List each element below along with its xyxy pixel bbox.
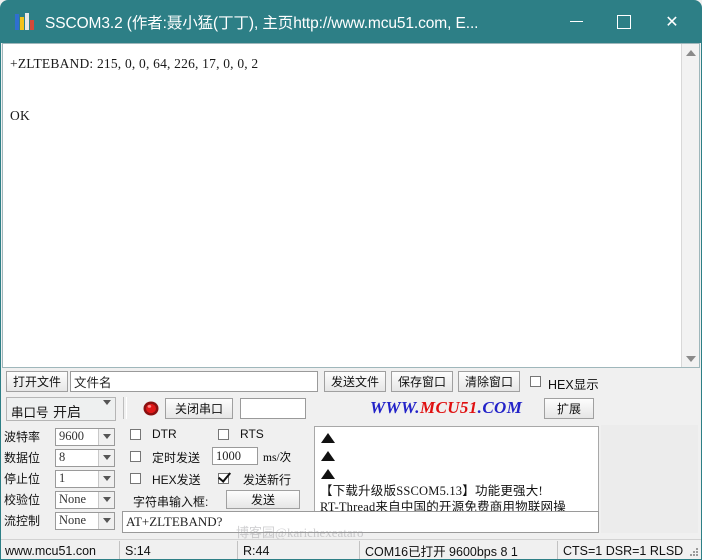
info-line-1: 【下载升级版SSCOM5.13】功能更强大! xyxy=(320,484,543,498)
status-port-state: COM16已打开 9600bps 8 1 xyxy=(360,541,558,560)
maximize-icon xyxy=(617,14,631,29)
brand-part-1: WWW. xyxy=(370,398,420,417)
settings-panel: 波特率 9600 数据位 8 停止位 1 校验位 None 流控制 None D… xyxy=(2,423,700,537)
minimize-icon xyxy=(569,21,583,22)
status-signals: CTS=1 DSR=1 RLSD xyxy=(563,543,684,558)
rts-checkbox[interactable] xyxy=(218,429,229,440)
chevron-down-icon[interactable] xyxy=(98,491,114,508)
save-window-button[interactable]: 保存窗口 xyxy=(391,371,453,392)
minimize-button[interactable] xyxy=(552,0,600,43)
dtr-checkbox[interactable] xyxy=(130,429,141,440)
databits-select[interactable]: 8 xyxy=(55,448,115,467)
parity-label: 校验位 xyxy=(4,493,41,507)
scroll-down-arrow-icon xyxy=(685,355,696,362)
info-arrow-2 xyxy=(317,447,598,465)
param-row-flowcontrol: 流控制 None xyxy=(4,511,118,530)
flowcontrol-value: None xyxy=(59,513,87,527)
hex-display-checkbox[interactable] xyxy=(530,376,541,387)
sscom-app-icon xyxy=(14,11,36,33)
timed-send-unit-label: ms/次 xyxy=(263,452,292,464)
chevron-down-icon[interactable] xyxy=(98,470,114,487)
brand-part-3: .COM xyxy=(477,398,523,417)
up-arrow-icon xyxy=(321,469,335,479)
receive-scrollbar[interactable] xyxy=(681,44,699,367)
timed-send-label: 定时发送 xyxy=(152,451,201,465)
hex-display-label: HEX显示 xyxy=(548,378,599,392)
open-file-button[interactable]: 打开文件 xyxy=(6,371,68,392)
chevron-down-icon xyxy=(103,400,111,405)
window-title: SSCOM3.2 (作者:聂小猛(丁丁), 主页http://www.mcu51… xyxy=(45,14,479,32)
databits-label: 数据位 xyxy=(4,451,41,465)
brand-part-2: MCU51 xyxy=(419,398,478,417)
toolbar-divider xyxy=(123,397,127,419)
receive-text: +ZLTEBAND: 215, 0, 0, 64, 226, 17, 0, 0,… xyxy=(10,56,259,123)
timed-send-checkbox[interactable] xyxy=(130,451,141,462)
stopbits-value: 1 xyxy=(59,471,66,485)
param-row-parity: 校验位 None xyxy=(4,490,118,509)
dtr-label: DTR xyxy=(152,427,177,441)
scroll-up-arrow-icon xyxy=(685,49,696,56)
flowcontrol-select[interactable]: None xyxy=(55,511,115,530)
up-arrow-icon xyxy=(321,451,335,461)
serial-parameters: 波特率 9600 数据位 8 停止位 1 校验位 None 流控制 None xyxy=(4,425,118,535)
port-number-value: 开启 xyxy=(53,404,81,420)
timed-send-interval-input[interactable]: 1000 xyxy=(212,447,258,465)
resize-grip-icon[interactable] xyxy=(686,546,700,560)
param-row-databits: 数据位 8 xyxy=(4,448,118,467)
baudrate-select[interactable]: 9600 xyxy=(55,427,115,446)
close-port-button[interactable]: 关闭串口 xyxy=(165,398,233,419)
databits-value: 8 xyxy=(59,450,66,464)
baudrate-value: 9600 xyxy=(59,429,84,443)
parity-select[interactable]: None xyxy=(55,490,115,509)
port-number-select[interactable]: 串口号 开启 xyxy=(6,397,116,421)
chevron-down-icon[interactable] xyxy=(98,512,114,529)
baudrate-label: 波特率 xyxy=(4,430,41,444)
stopbits-select[interactable]: 1 xyxy=(55,469,115,488)
mcu51-brand-logo: WWW.MCU51.COM xyxy=(370,398,522,418)
red-led-indicator-icon xyxy=(143,401,159,416)
param-row-stopbits: 停止位 1 xyxy=(4,469,118,488)
receive-window[interactable]: +ZLTEBAND: 215, 0, 0, 64, 226, 17, 0, 0,… xyxy=(2,43,700,368)
status-bar: www.mcu51.con S:14 R:44 COM16已打开 9600bps… xyxy=(0,539,702,560)
send-newline-checkbox[interactable] xyxy=(218,473,229,484)
send-string-input[interactable]: AT+ZLTEBAND? xyxy=(122,511,599,533)
hex-send-label: HEX发送 xyxy=(152,473,201,487)
port-number-label: 串口号 xyxy=(11,406,49,420)
info-list-box[interactable]: 【下载升级版SSCOM5.13】功能更强大! RT-Thread来自中国的开源免… xyxy=(314,426,599,512)
scroll-up-button[interactable] xyxy=(682,44,699,61)
string-input-label: 字符串输入框: xyxy=(133,495,209,509)
settings-right-filler xyxy=(601,425,698,533)
status-received-count: R:44 xyxy=(238,541,360,560)
up-arrow-icon xyxy=(321,433,335,443)
maximize-button[interactable] xyxy=(600,0,648,43)
rts-label: RTS xyxy=(240,427,264,441)
port-toolbar: 串口号 开启 关闭串口 WWW.MCU51.COM 扩展 xyxy=(2,395,700,422)
port-extra-input[interactable] xyxy=(240,398,306,419)
info-arrow-1 xyxy=(317,429,598,447)
window-titlebar[interactable]: SSCOM3.2 (作者:聂小猛(丁丁), 主页http://www.mcu51… xyxy=(0,0,702,43)
scroll-down-button[interactable] xyxy=(682,350,699,367)
clear-window-button[interactable]: 清除窗口 xyxy=(458,371,520,392)
flowcontrol-label: 流控制 xyxy=(4,514,41,528)
param-row-baudrate: 波特率 9600 xyxy=(4,427,118,446)
parity-value: None xyxy=(59,492,87,506)
info-arrow-3 xyxy=(317,465,598,483)
close-button[interactable]: ✕ xyxy=(648,0,696,43)
chevron-down-icon[interactable] xyxy=(98,449,114,466)
file-toolbar: 打开文件 文件名 发送文件 保存窗口 清除窗口 HEX显示 xyxy=(2,370,700,394)
window-controls: ✕ xyxy=(552,0,702,43)
expand-button[interactable]: 扩展 xyxy=(544,398,594,419)
hex-send-checkbox[interactable] xyxy=(130,473,141,484)
send-button[interactable]: 发送 xyxy=(226,490,300,509)
sscom-application-window: SSCOM3.2 (作者:聂小猛(丁丁), 主页http://www.mcu51… xyxy=(0,0,702,560)
stopbits-label: 停止位 xyxy=(4,472,41,486)
chevron-down-icon[interactable] xyxy=(98,428,114,445)
status-sent-count: S:14 xyxy=(120,541,238,560)
status-site: www.mcu51.con xyxy=(0,541,120,560)
filename-input[interactable]: 文件名 xyxy=(70,371,318,392)
send-file-button[interactable]: 发送文件 xyxy=(324,371,386,392)
send-newline-label: 发送新行 xyxy=(243,473,292,487)
